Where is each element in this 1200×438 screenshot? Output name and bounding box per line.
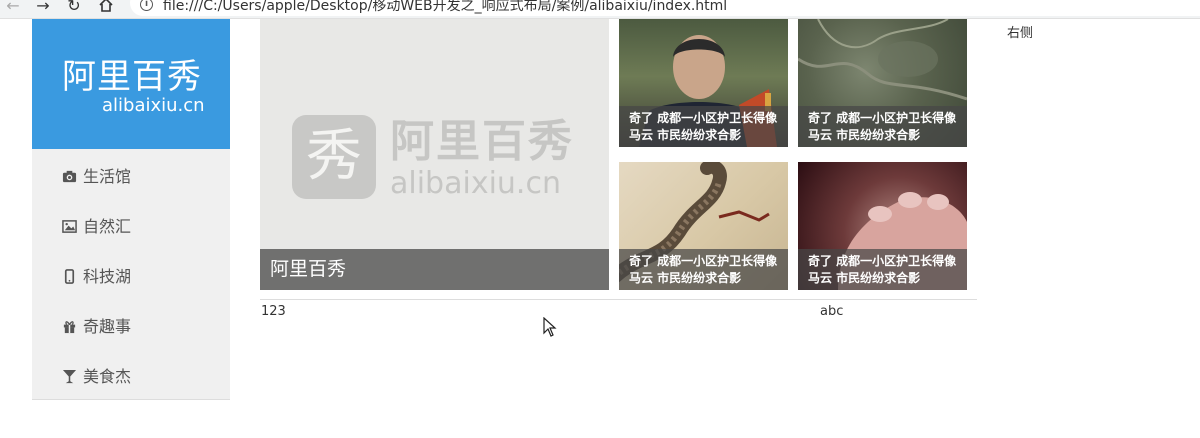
sidebar-item-life[interactable]: 生活馆 — [32, 152, 230, 202]
news-caption-bar: 奇了 成都一小区护卫长得像马云 市民纷纷求合影 — [619, 249, 788, 290]
gift-icon — [63, 321, 76, 334]
sidebar-item-nature[interactable]: 自然汇 — [32, 202, 230, 252]
footer-left-text: 123 — [261, 304, 286, 319]
picture-icon — [62, 220, 77, 233]
arrow-left-icon[interactable]: ← — [4, 0, 22, 15]
sidebar-item-label: 美食杰 — [83, 367, 132, 386]
watermark-char: 秀 — [306, 124, 362, 189]
mouse-cursor-icon — [543, 317, 557, 337]
sidebar-item-label: 奇趣事 — [83, 317, 132, 336]
site-logo[interactable]: 阿里百秀 alibaixiu.cn — [32, 19, 230, 149]
sidebar-item-fun[interactable]: 奇趣事 — [32, 302, 230, 352]
home-icon[interactable] — [97, 0, 115, 15]
sidebar-item-label: 自然汇 — [83, 217, 132, 236]
featured-caption[interactable]: 阿里百秀 — [270, 257, 346, 281]
featured-caption-bar: 阿里百秀 — [260, 249, 609, 290]
news-caption[interactable]: 奇了 成都一小区护卫长得像马云 市民纷纷求合影 — [808, 110, 963, 144]
sidebar-nav: 阿里百秀 alibaixiu.cn 生活馆 自然汇 科技湖 奇趣事 美食杰 — [32, 19, 230, 400]
aside-text: 右侧 — [1007, 26, 1034, 41]
content-divider — [260, 299, 977, 300]
news-caption[interactable]: 奇了 成都一小区护卫长得像马云 市民纷纷求合影 — [629, 253, 784, 287]
featured-news-card[interactable]: 秀 阿里百秀 alibaixiu.cn 阿里百秀 — [260, 19, 609, 290]
sidebar-item-food[interactable]: 美食杰 — [32, 352, 230, 402]
watermark-name-cn: 阿里百秀 — [390, 116, 574, 167]
watermark-name-en: alibaixiu.cn — [390, 166, 561, 201]
sidebar-item-label: 科技湖 — [83, 267, 132, 286]
watermark-logo-icon: 秀 — [292, 115, 376, 199]
sidebar-item-label: 生活馆 — [83, 167, 132, 186]
news-card[interactable]: 奇了 成都一小区护卫长得像马云 市民纷纷求合影 — [619, 19, 788, 147]
news-card[interactable]: 奇了 成都一小区护卫长得像马云 市民纷纷求合影 — [619, 162, 788, 290]
glass-icon — [62, 369, 77, 384]
url-text[interactable]: file:///C:/Users/apple/Desktop/移动WEB开发之_… — [163, 0, 727, 15]
news-caption-bar: 奇了 成都一小区护卫长得像马云 市民纷纷求合影 — [798, 106, 967, 147]
phone-icon — [64, 269, 75, 284]
news-caption[interactable]: 奇了 成都一小区护卫长得像马云 市民纷纷求合影 — [808, 253, 963, 287]
news-card[interactable]: 奇了 成都一小区护卫长得像马云 市民纷纷求合影 — [798, 19, 967, 147]
logo-name-en: alibaixiu.cn — [102, 95, 205, 116]
sidebar-item-tech[interactable]: 科技湖 — [32, 252, 230, 302]
reload-icon[interactable]: ↻ — [65, 0, 83, 15]
browser-toolbar: ← → ↻ i file:///C:/Users/apple/Desktop/移… — [0, 0, 1200, 19]
footer-right-text: abc — [820, 304, 844, 319]
camera-icon — [62, 170, 77, 183]
logo-name-cn: 阿里百秀 — [62, 57, 202, 97]
news-caption[interactable]: 奇了 成都一小区护卫长得像马云 市民纷纷求合影 — [629, 110, 784, 144]
arrow-right-icon[interactable]: → — [34, 0, 52, 15]
news-caption-bar: 奇了 成都一小区护卫长得像马云 市民纷纷求合影 — [619, 106, 788, 147]
news-caption-bar: 奇了 成都一小区护卫长得像马云 市民纷纷求合影 — [798, 249, 967, 290]
news-card[interactable]: 奇了 成都一小区护卫长得像马云 市民纷纷求合影 — [798, 162, 967, 290]
